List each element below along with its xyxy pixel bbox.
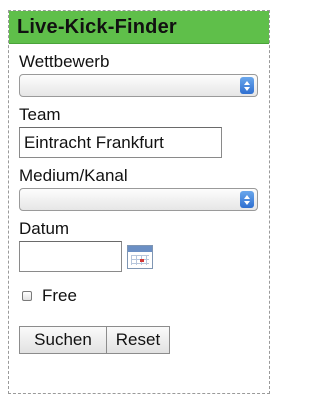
select-arrow-icon[interactable]: [240, 191, 254, 208]
arrow-down-icon: [244, 86, 250, 91]
reset-button[interactable]: Reset: [107, 326, 170, 354]
live-kick-finder-widget: Live-Kick-Finder Wettbewerb Team Medium/…: [8, 10, 270, 394]
arrow-up-icon: [244, 194, 250, 199]
widget-header: Live-Kick-Finder: [9, 11, 269, 44]
medium-select[interactable]: [19, 188, 258, 211]
free-label: Free: [42, 286, 77, 305]
widget-title: Live-Kick-Finder: [17, 15, 177, 38]
calendar-icon[interactable]: [127, 244, 153, 269]
arrow-up-icon: [244, 80, 250, 85]
calendar-selected-day: [140, 258, 144, 262]
competition-label: Wettbewerb: [19, 52, 110, 71]
select-arrow-icon[interactable]: [240, 77, 254, 94]
competition-select[interactable]: [19, 74, 258, 97]
widget-body: Wettbewerb Team Medium/Kanal Datum: [9, 52, 269, 354]
calendar-header: [128, 245, 152, 252]
date-label: Datum: [19, 219, 70, 238]
date-input[interactable]: [19, 241, 122, 272]
arrow-down-icon: [244, 200, 250, 205]
action-buttons: Suchen Reset: [19, 326, 259, 354]
free-checkbox[interactable]: [22, 291, 32, 301]
search-button[interactable]: Suchen: [19, 326, 107, 354]
date-row: [19, 241, 259, 272]
team-input[interactable]: [19, 127, 222, 158]
medium-label: Medium/Kanal: [19, 166, 128, 185]
free-option: Free: [19, 286, 259, 306]
team-label: Team: [19, 105, 61, 124]
